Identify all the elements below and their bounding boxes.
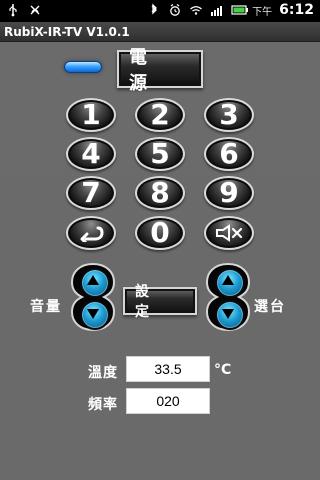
frequency-label: 頻率 [88,397,118,413]
key-3[interactable]: 3 [204,98,254,132]
key-3-label: 3 [219,98,239,131]
channel-up-icon [222,275,234,285]
key-4[interactable]: 4 [66,137,116,171]
key-7-label: 7 [81,176,101,209]
app-screen: 下午 6:12 RubiX-IR-TV V1.0.1 電 源 1 2 3 4 5… [0,0,320,480]
key-2-label: 2 [150,98,170,131]
key-5-label: 5 [150,137,170,170]
key-0-label: 0 [150,216,170,249]
volume-down-icon [87,309,99,319]
key-8-label: 8 [150,176,170,209]
key-1[interactable]: 1 [66,98,116,132]
key-6-label: 6 [219,137,239,170]
temperature-unit: °C [214,362,232,378]
key-5[interactable]: 5 [135,137,185,171]
back-button[interactable] [66,216,116,250]
frequency-value: 020 [156,393,180,409]
key-0[interactable]: 0 [135,216,185,250]
temperature-value: 33.5 [154,361,182,377]
temperature-field[interactable]: 33.5 [126,356,210,382]
volume-label: 音量 [30,299,62,315]
volume-rocker [70,262,116,332]
channel-down-icon [222,309,234,319]
mute-button[interactable] [204,216,254,250]
volume-up-icon [87,275,99,285]
channel-label: 選台 [254,299,286,315]
key-2[interactable]: 2 [135,98,185,132]
channel-rocker [205,262,251,332]
key-7[interactable]: 7 [66,176,116,210]
key-8[interactable]: 8 [135,176,185,210]
temperature-label: 溫度 [88,365,118,381]
setting-button[interactable]: 設 定 [123,284,197,320]
key-6[interactable]: 6 [204,137,254,171]
key-9[interactable]: 9 [204,176,254,210]
back-arrow-icon [78,224,104,242]
key-9-label: 9 [219,176,239,209]
frequency-field[interactable]: 020 [126,388,210,414]
key-1-label: 1 [81,98,101,131]
mute-icon [214,223,244,243]
key-4-label: 4 [81,137,101,170]
setting-button-label: 設 定 [135,284,159,320]
